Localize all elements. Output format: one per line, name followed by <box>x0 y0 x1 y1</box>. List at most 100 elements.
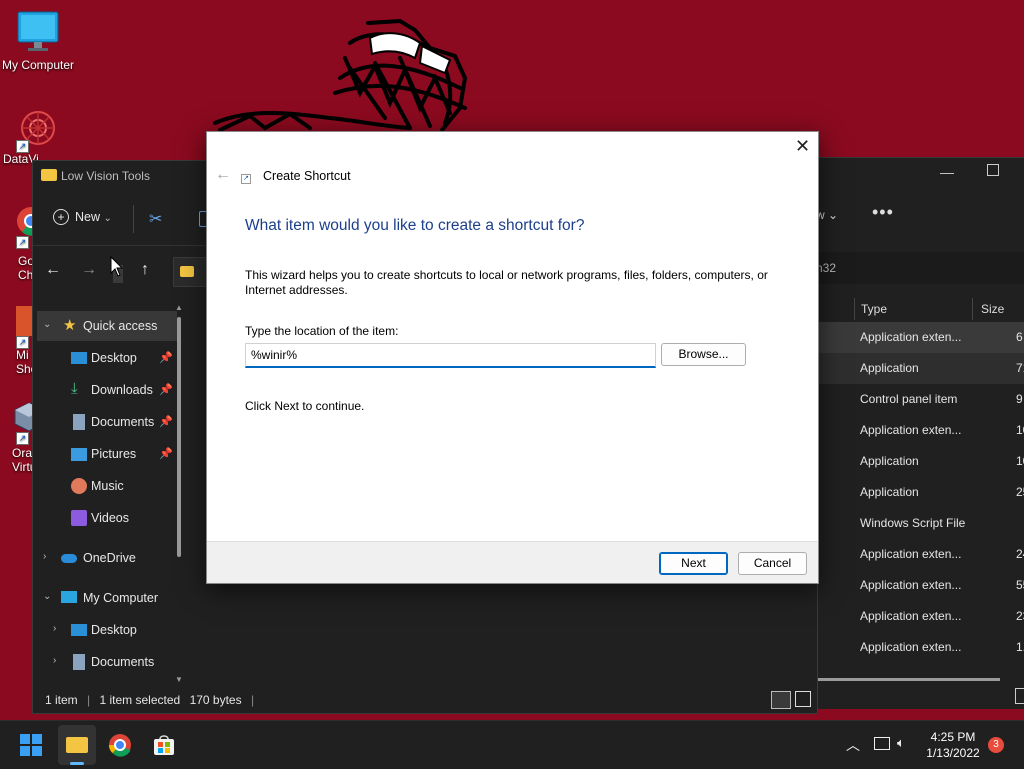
close-icon: ✕ <box>795 136 811 156</box>
maximize-button[interactable] <box>987 164 999 176</box>
table-row[interactable]: Application25 <box>810 477 1024 508</box>
notification-badge[interactable]: 3 <box>988 737 1004 753</box>
desktop-icon-my-computer[interactable]: My Computer <box>0 10 76 72</box>
shortcut-icon: ↗ <box>241 174 251 184</box>
taskbar: ︿ 🔈︎ 4:25 PM 1/13/2022 3 <box>0 720 1024 769</box>
browse-button[interactable]: Browse... <box>661 343 746 366</box>
column-header-type[interactable]: Type <box>854 298 887 320</box>
status-divider: | <box>250 693 255 707</box>
start-button[interactable] <box>20 734 42 756</box>
back-button[interactable]: ← <box>45 261 61 279</box>
table-row[interactable]: Application71 <box>810 353 1024 384</box>
nav-item-pc-documents[interactable]: › Documents <box>33 647 183 677</box>
forward-button[interactable]: → <box>81 261 97 279</box>
chevron-right-icon: › <box>43 551 47 562</box>
location-input[interactable] <box>245 343 656 368</box>
table-row[interactable]: Application exten...10 <box>810 415 1024 446</box>
location-label: Type the location of the item: <box>245 324 399 338</box>
view-menu[interactable]: w ⌄ <box>816 208 838 222</box>
new-button[interactable]: + New ⌄ <box>53 209 112 229</box>
star-icon: ★ <box>63 317 77 334</box>
toolbar-divider <box>133 205 134 233</box>
nav-item-desktop[interactable]: Desktop 📌 <box>33 343 183 373</box>
table-row[interactable]: Application exten...1. <box>810 632 1024 663</box>
show-hidden-icons-button[interactable]: ︿ <box>846 735 860 755</box>
download-icon: ⤓ <box>71 380 78 397</box>
up-button[interactable]: ↑ <box>141 261 149 279</box>
cut-icon[interactable]: ✂ <box>149 209 162 229</box>
chevron-down-icon: ⌄ <box>43 591 52 602</box>
details-view-icon[interactable] <box>1015 688 1024 704</box>
mouse-cursor <box>110 255 124 281</box>
nav-item-videos[interactable]: Videos <box>33 503 183 533</box>
music-icon <box>71 478 87 494</box>
table-row[interactable]: Application exten...24 <box>810 539 1024 570</box>
folder-icon <box>180 266 194 277</box>
store-icon <box>154 735 174 755</box>
status-bar: 1 item | 1 item selected 170 bytes | <box>45 693 255 707</box>
explorer-window-background: — w ⌄ ••• n32 Type Size Application exte… <box>810 157 1024 709</box>
windows-icon <box>20 734 42 756</box>
document-icon <box>73 654 85 670</box>
dialog-footer: Next Cancel <box>207 541 818 583</box>
pin-icon: 📌 <box>159 416 173 428</box>
taskbar-chrome[interactable] <box>108 733 132 757</box>
pin-icon: 📌 <box>159 448 173 460</box>
horizontal-scrollbar[interactable] <box>810 678 1000 681</box>
table-row[interactable]: Application exten... 6 <box>810 322 1024 353</box>
more-options-button[interactable]: ••• <box>872 202 894 223</box>
column-header-size[interactable]: Size <box>972 298 1004 320</box>
plus-circle-icon: + <box>53 209 69 225</box>
nav-item-pictures[interactable]: Pictures 📌 <box>33 439 183 469</box>
pin-icon: 📌 <box>159 352 173 364</box>
shortcut-arrow-icon: ↗ <box>16 336 29 349</box>
back-button[interactable]: ← <box>215 166 231 184</box>
details-view-button[interactable] <box>771 691 791 709</box>
desktop-icon-label: My Computer <box>1 58 75 72</box>
desktop-icon <box>71 352 87 364</box>
nav-item-pc-desktop[interactable]: › Desktop <box>33 615 183 645</box>
nav-item-my-computer[interactable]: ⌄ My Computer <box>33 583 183 613</box>
table-row[interactable]: Windows Script File <box>810 508 1024 539</box>
nav-item-onedrive[interactable]: › OneDrive <box>33 543 183 573</box>
clock[interactable]: 4:25 PM 1/13/2022 <box>920 729 986 761</box>
dialog-heading: What item would you like to create a sho… <box>245 217 585 234</box>
large-icons-view-button[interactable] <box>795 691 811 707</box>
chrome-icon <box>109 734 131 757</box>
shortcut-arrow-icon: ↗ <box>16 236 29 249</box>
dialog-title: Create Shortcut <box>263 169 351 183</box>
cancel-button[interactable]: Cancel <box>738 552 807 575</box>
nav-scrollbar-thumb[interactable] <box>177 317 181 557</box>
monitor-icon <box>16 10 60 54</box>
table-row[interactable]: Application exten...55 <box>810 570 1024 601</box>
video-icon <box>71 510 87 526</box>
scroll-down-arrow[interactable]: ▼ <box>175 675 183 684</box>
network-icon[interactable] <box>874 737 890 750</box>
volume-icon[interactable]: 🔈︎ <box>897 735 905 751</box>
table-row[interactable]: Control panel item 9 <box>810 384 1024 415</box>
shortcut-arrow-icon: ↗ <box>16 432 29 445</box>
date-text: 1/13/2022 <box>926 746 980 760</box>
chevron-right-icon: › <box>53 655 57 666</box>
status-divider: | <box>87 693 91 707</box>
active-indicator <box>70 762 84 765</box>
minimize-button[interactable]: — <box>940 164 954 180</box>
table-row[interactable]: Application exten...23 <box>810 601 1024 632</box>
taskbar-file-explorer[interactable] <box>58 725 96 765</box>
dialog-description: This wizard helps you to create shortcut… <box>245 268 768 297</box>
nav-item-downloads[interactable]: ⤓ Downloads 📌 <box>33 375 183 405</box>
table-row[interactable]: Application10 <box>810 446 1024 477</box>
next-button[interactable]: Next <box>659 552 728 575</box>
desktop-icon-datavi[interactable]: ↗ DataVi <box>0 108 55 166</box>
scroll-up-arrow[interactable]: ▲ <box>175 303 183 312</box>
pictures-icon <box>71 448 87 461</box>
pin-icon: 📌 <box>159 384 173 396</box>
cloud-icon <box>61 554 77 563</box>
nav-item-music[interactable]: Music <box>33 471 183 501</box>
address-bar[interactable]: n32 <box>810 252 1024 284</box>
nav-item-documents[interactable]: Documents 📌 <box>33 407 183 437</box>
nav-item-quick-access[interactable]: ⌄ ★ Quick access <box>37 311 177 341</box>
chevron-right-icon: › <box>53 623 57 634</box>
close-button[interactable]: ✕ <box>795 136 813 156</box>
taskbar-store[interactable] <box>152 733 176 757</box>
